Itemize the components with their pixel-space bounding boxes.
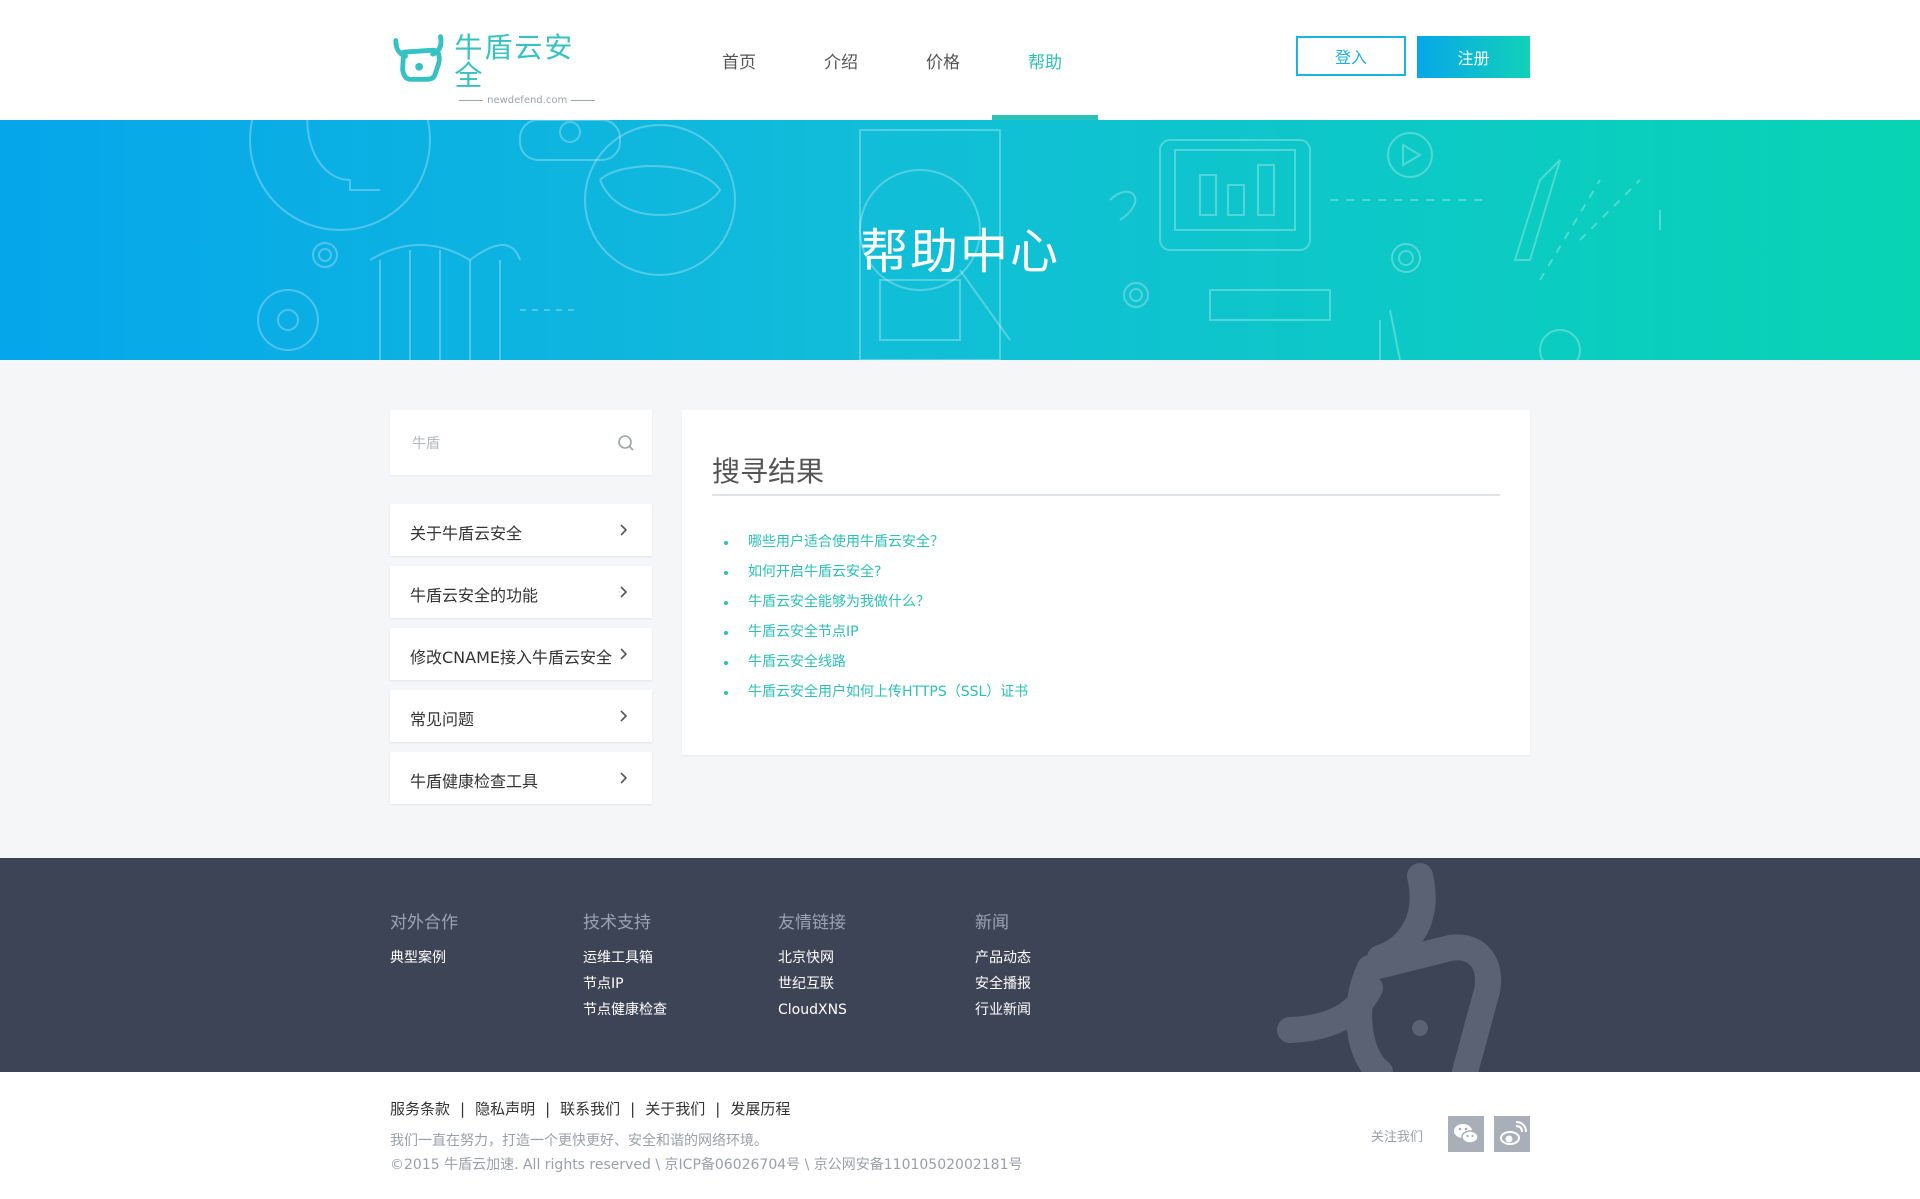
search-icon[interactable] <box>616 433 636 453</box>
sidebar-item-label: 常见问题 <box>410 710 475 729</box>
footer-link[interactable]: 产品动态 <box>975 945 1031 971</box>
footer-column-news: 新闻 产品动态 安全播报 行业新闻 <box>975 908 1031 1023</box>
nav-intro[interactable]: 介绍 <box>790 0 892 120</box>
footer-link[interactable]: 节点IP <box>583 971 667 997</box>
nav-help[interactable]: 帮助 <box>992 0 1098 120</box>
result-link[interactable]: 如何开启牛盾云安全? <box>748 564 881 580</box>
logo-subtitle: newdefend.com <box>454 96 600 106</box>
site-header: 牛盾云安全 newdefend.com 首页 介绍 价格 帮助 登入 注册 <box>0 0 1920 120</box>
footer-heading: 友情链接 <box>778 913 846 933</box>
sidebar-item-health-check[interactable]: 牛盾健康检查工具 <box>390 752 652 804</box>
bull-watermark-icon <box>1277 863 1502 1072</box>
link-separator: | <box>460 1100 466 1118</box>
terms-link[interactable]: 服务条款 <box>390 1100 450 1118</box>
bottom-bar: 服务条款 | 隐私声明 | 联系我们 | 关于我们 | 发展历程 我们一直在努力，打造一个更快更… <box>0 1072 1920 1199</box>
footer-link[interactable]: 典型案例 <box>390 945 458 971</box>
list-item: 牛盾云安全能够为我做什么？ <box>712 594 1028 624</box>
search-results-card: 搜寻结果 哪些用户适合使用牛盾云安全？ 如何开启牛盾云安全? 牛盾云安全能够为我… <box>682 410 1530 755</box>
help-search-box <box>390 410 652 475</box>
nav-home[interactable]: 首页 <box>688 0 790 120</box>
copyright-text: ©2015 牛盾云加速. All rights reserved \ 京ICP备… <box>390 1157 1023 1173</box>
search-input[interactable] <box>410 428 614 458</box>
chevron-right-icon <box>620 586 628 598</box>
result-link[interactable]: 牛盾云安全用户如何上传HTTPS（SSL）证书 <box>748 684 1028 700</box>
link-separator: | <box>715 1100 721 1118</box>
footer-column-partners: 对外合作 典型案例 <box>390 908 458 971</box>
bull-logo-icon <box>393 34 444 82</box>
contact-link[interactable]: 联系我们 <box>560 1100 620 1118</box>
chevron-right-icon <box>620 772 628 784</box>
footer-link[interactable]: 北京快网 <box>778 945 847 971</box>
chevron-right-icon <box>620 524 628 536</box>
sidebar-item-cname[interactable]: 修改CNAME接入牛盾云安全 <box>390 628 652 680</box>
banner-title: 帮助中心 <box>859 224 1060 280</box>
footer-heading: 新闻 <box>975 913 1009 933</box>
wechat-button[interactable] <box>1448 1116 1484 1152</box>
weibo-icon <box>1500 1121 1527 1145</box>
history-link[interactable]: 发展历程 <box>730 1100 790 1118</box>
sidebar-item-faq[interactable]: 常见问题 <box>390 690 652 742</box>
footer-link[interactable]: 节点健康检查 <box>583 997 667 1023</box>
sidebar-item-about[interactable]: 关于牛盾云安全 <box>390 504 652 556</box>
site-footer: 对外合作 典型案例 技术支持 运维工具箱 节点IP 节点健康检查 友情链接 北京… <box>0 858 1920 1072</box>
help-banner: 帮助中心 <box>0 120 1920 360</box>
weibo-button[interactable] <box>1494 1116 1530 1152</box>
logo-title: 牛盾云安全 <box>454 31 575 92</box>
about-link[interactable]: 关于我们 <box>645 1100 705 1118</box>
sidebar-item-label: 牛盾云安全的功能 <box>410 586 539 605</box>
sidebar-item-label: 关于牛盾云安全 <box>410 524 523 543</box>
title-divider <box>712 494 1500 496</box>
footer-link[interactable]: 世纪互联 <box>778 971 847 997</box>
nav-pricing[interactable]: 价格 <box>892 0 994 120</box>
footer-link[interactable]: CloudXNS <box>778 997 847 1023</box>
list-item: 哪些用户适合使用牛盾云安全？ <box>712 534 1028 564</box>
register-button[interactable]: 注册 <box>1417 36 1530 78</box>
result-link[interactable]: 牛盾云安全线路 <box>748 654 846 670</box>
sidebar-item-label: 牛盾健康检查工具 <box>410 772 539 791</box>
bottom-links: 服务条款 | 隐私声明 | 联系我们 | 关于我们 | 发展历程 <box>390 1098 790 1119</box>
chevron-right-icon <box>620 648 628 660</box>
result-link[interactable]: 牛盾云安全节点IP <box>748 624 859 640</box>
list-item: 牛盾云安全线路 <box>712 654 1028 684</box>
list-item: 牛盾云安全节点IP <box>712 624 1028 654</box>
login-button[interactable]: 登入 <box>1296 36 1406 76</box>
footer-heading: 对外合作 <box>390 913 458 933</box>
follow-us-label: 关注我们 <box>1371 1130 1424 1145</box>
wechat-icon <box>1454 1124 1479 1144</box>
results-list: 哪些用户适合使用牛盾云安全？ 如何开启牛盾云安全? 牛盾云安全能够为我做什么？ … <box>712 534 1028 714</box>
result-link[interactable]: 哪些用户适合使用牛盾云安全？ <box>748 534 944 550</box>
list-item: 如何开启牛盾云安全? <box>712 564 1028 594</box>
sidebar-item-features[interactable]: 牛盾云安全的功能 <box>390 566 652 618</box>
link-separator: | <box>630 1100 636 1118</box>
results-title: 搜寻结果 <box>712 455 825 488</box>
slogan-text: 我们一直在努力，打造一个更快更好、安全和谐的网络环境。 <box>390 1133 768 1149</box>
link-separator: | <box>545 1100 551 1118</box>
main-nav: 首页 介绍 价格 帮助 <box>688 0 1098 120</box>
footer-link[interactable]: 行业新闻 <box>975 997 1031 1023</box>
chevron-right-icon <box>620 710 628 722</box>
footer-column-support: 技术支持 运维工具箱 节点IP 节点健康检查 <box>583 908 667 1023</box>
list-item: 牛盾云安全用户如何上传HTTPS（SSL）证书 <box>712 684 1028 714</box>
privacy-link[interactable]: 隐私声明 <box>475 1100 535 1118</box>
result-link[interactable]: 牛盾云安全能够为我做什么？ <box>748 594 930 610</box>
footer-column-friends: 友情链接 北京快网 世纪互联 CloudXNS <box>778 908 847 1023</box>
logo[interactable]: 牛盾云安全 newdefend.com <box>390 34 600 106</box>
footer-link[interactable]: 运维工具箱 <box>583 945 667 971</box>
footer-link[interactable]: 安全播报 <box>975 971 1031 997</box>
sidebar-item-label: 修改CNAME接入牛盾云安全 <box>410 648 613 667</box>
footer-heading: 技术支持 <box>583 913 651 933</box>
